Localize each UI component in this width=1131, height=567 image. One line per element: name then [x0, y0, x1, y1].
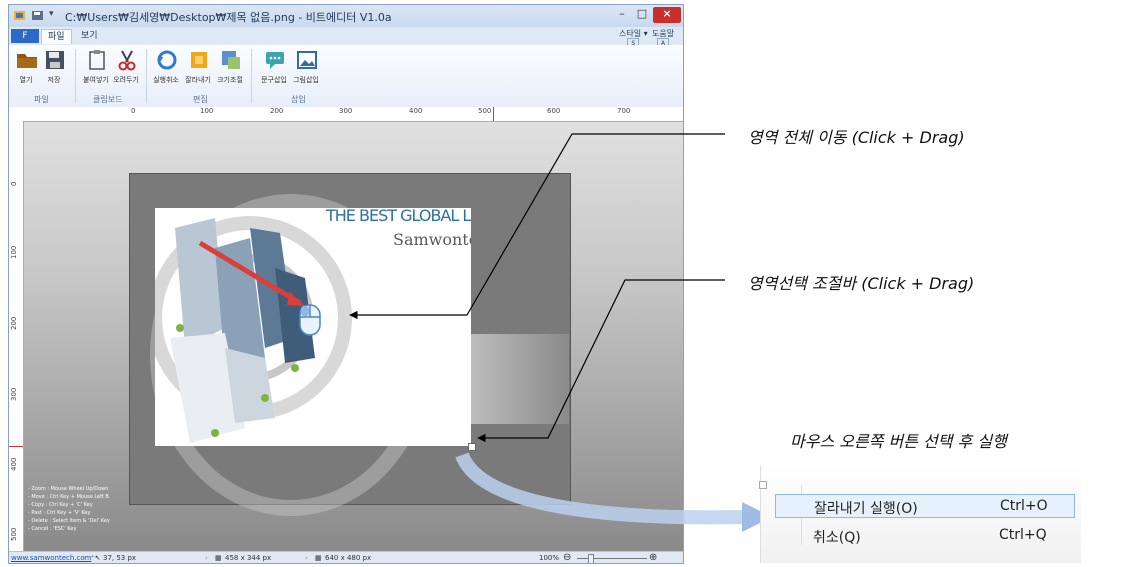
context-menu-handle [759, 481, 767, 489]
context-item-crop-shortcut: Ctrl+O [1000, 498, 1048, 514]
context-item-cancel-shortcut: Ctrl+Q [999, 527, 1047, 543]
annotation-right-click: 마우스 오른쪽 버튼 선택 후 실행 [790, 432, 1007, 451]
move-callout-line [349, 133, 725, 320]
annotation-move-all: 영역 전체 이동 (Click + Drag) [748, 128, 965, 147]
annotation-resize-bar: 영역선택 조절바 (Click + Drag) [748, 274, 975, 293]
context-item-cancel[interactable]: 취소(Q) Ctrl+Q [775, 524, 1075, 548]
context-item-crop[interactable]: 잘라내기 실행(O) Ctrl+O [775, 494, 1075, 518]
context-item-crop-label: 잘라내기 실행(O) [814, 501, 918, 517]
resize-callout-line [477, 279, 725, 443]
context-item-cancel-label: 취소(Q) [813, 530, 861, 546]
context-menu: 잘라내기 실행(O) Ctrl+O 취소(Q) Ctrl+Q [759, 465, 1081, 563]
context-arrow-graphic [455, 452, 746, 525]
